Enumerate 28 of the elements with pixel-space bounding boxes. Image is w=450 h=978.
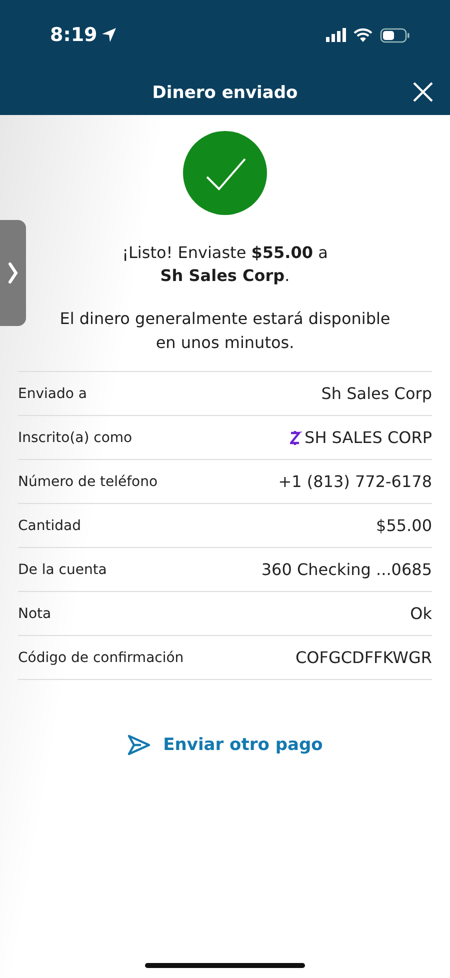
detail-label: De la cuenta [18, 562, 107, 578]
signal-icon [326, 28, 346, 42]
battery-icon [380, 28, 410, 42]
detail-label: Número de teléfono [18, 474, 158, 490]
detail-value: 360 Checking ...0685 [261, 560, 432, 579]
detail-label: Nota [18, 606, 52, 622]
detail-value: COFGCDFFKWGR [295, 648, 432, 667]
detail-value: Ok [410, 604, 432, 623]
success-check-icon [183, 131, 267, 215]
detail-value: $55.00 [376, 516, 432, 535]
screen-title: Dinero enviado [152, 82, 298, 102]
detail-value: +1 (813) 772-6178 [278, 472, 432, 491]
detail-label: Enviado a [18, 386, 87, 402]
location-arrow-icon [101, 27, 118, 43]
side-panel-tab[interactable] [0, 220, 26, 326]
detail-value: Sh Sales Corp [321, 384, 432, 403]
wifi-icon [353, 28, 373, 42]
success-message: ¡Listo! Enviaste $55.00 a Sh Sales Corp. [122, 242, 328, 287]
detail-label: Código de confirmación [18, 650, 184, 666]
detail-label: Cantidad [18, 518, 81, 534]
detail-value: SH SALES CORP [304, 428, 432, 447]
status-time: 8:19 [50, 24, 118, 46]
availability-note: El dinero generalmente estará disponible en unos minutos. [58, 308, 392, 354]
chevron-right-icon [8, 262, 18, 284]
paper-plane-icon [127, 734, 152, 756]
zelle-z-icon [290, 430, 302, 446]
detail-label: Inscrito(a) como [18, 430, 132, 446]
send-another-payment-button[interactable]: Enviar otro pago [123, 730, 327, 760]
